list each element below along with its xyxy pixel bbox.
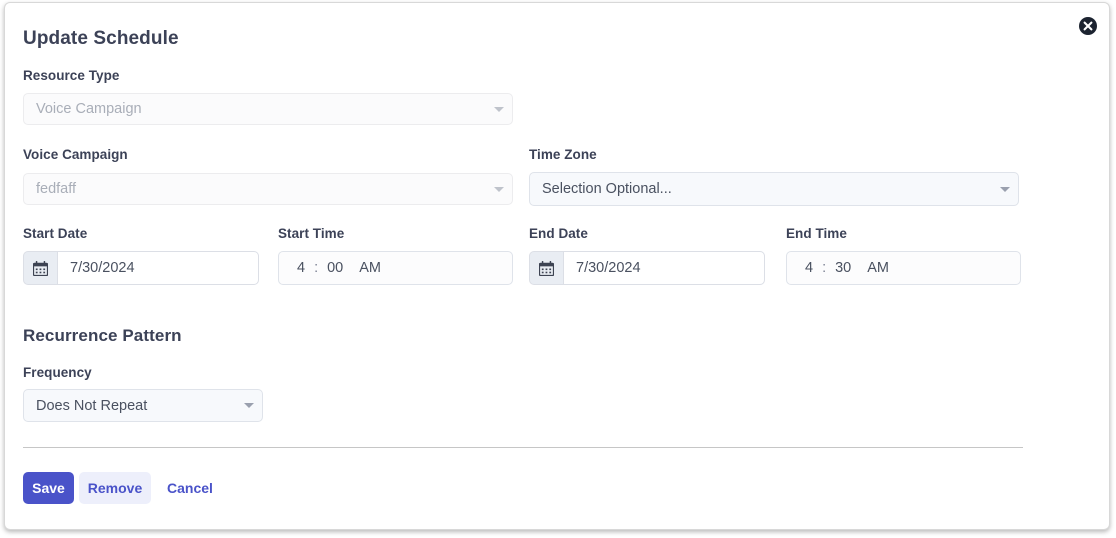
chevron-down-icon <box>992 186 1018 192</box>
start-time-minute[interactable]: 00 <box>327 260 343 276</box>
end-date-label: End Date <box>529 226 588 241</box>
end-date-field: 7/30/2024 <box>529 251 765 285</box>
time-zone-select[interactable]: Selection Optional... <box>529 172 1019 206</box>
voice-campaign-value: fedfaff <box>36 181 77 197</box>
voice-campaign-label: Voice Campaign <box>23 147 128 162</box>
dialog-title: Update Schedule <box>23 28 179 49</box>
footer-divider <box>23 447 1023 448</box>
chevron-down-icon <box>486 106 512 112</box>
end-time-label: End Time <box>786 226 847 241</box>
end-date-input[interactable]: 7/30/2024 <box>563 251 765 285</box>
resource-type-value: Voice Campaign <box>36 101 142 117</box>
end-time-meridiem[interactable]: AM <box>851 260 889 276</box>
save-button[interactable]: Save <box>23 472 74 504</box>
start-time-label: Start Time <box>278 226 345 241</box>
end-time-separator: : <box>822 260 827 276</box>
end-time-hour[interactable]: 4 <box>805 260 813 276</box>
update-schedule-dialog: Update Schedule Resource Type Voice Camp… <box>4 2 1110 530</box>
calendar-glyph <box>539 260 554 276</box>
resource-type-select[interactable]: Voice Campaign <box>23 93 513 125</box>
frequency-select[interactable]: Does Not Repeat <box>23 389 263 422</box>
end-time-field[interactable]: 4 : 30 AM <box>786 251 1021 285</box>
end-time-minute[interactable]: 30 <box>835 260 851 276</box>
cancel-button[interactable]: Cancel <box>159 472 221 504</box>
close-circle-icon[interactable] <box>1078 16 1098 36</box>
start-date-input[interactable]: 7/30/2024 <box>57 251 259 285</box>
time-zone-label: Time Zone <box>529 147 597 162</box>
frequency-value: Does Not Repeat <box>36 397 148 414</box>
chevron-down-icon <box>236 403 262 408</box>
recurrence-pattern-heading: Recurrence Pattern <box>23 326 182 345</box>
chevron-down-icon <box>486 186 512 192</box>
start-date-field: 7/30/2024 <box>23 251 259 285</box>
resource-type-label: Resource Type <box>23 68 120 83</box>
start-time-meridiem[interactable]: AM <box>343 260 381 276</box>
calendar-glyph <box>33 260 48 276</box>
time-zone-value: Selection Optional... <box>542 181 672 197</box>
start-time-hour[interactable]: 4 <box>297 260 305 276</box>
voice-campaign-select[interactable]: fedfaff <box>23 173 513 205</box>
close-circle-glyph <box>1079 17 1097 35</box>
start-time-field[interactable]: 4 : 00 AM <box>278 251 513 285</box>
remove-button[interactable]: Remove <box>79 472 151 504</box>
start-time-separator: : <box>314 260 319 276</box>
frequency-label: Frequency <box>23 365 92 380</box>
calendar-icon[interactable] <box>529 251 563 285</box>
start-date-label: Start Date <box>23 226 88 241</box>
calendar-icon[interactable] <box>23 251 57 285</box>
